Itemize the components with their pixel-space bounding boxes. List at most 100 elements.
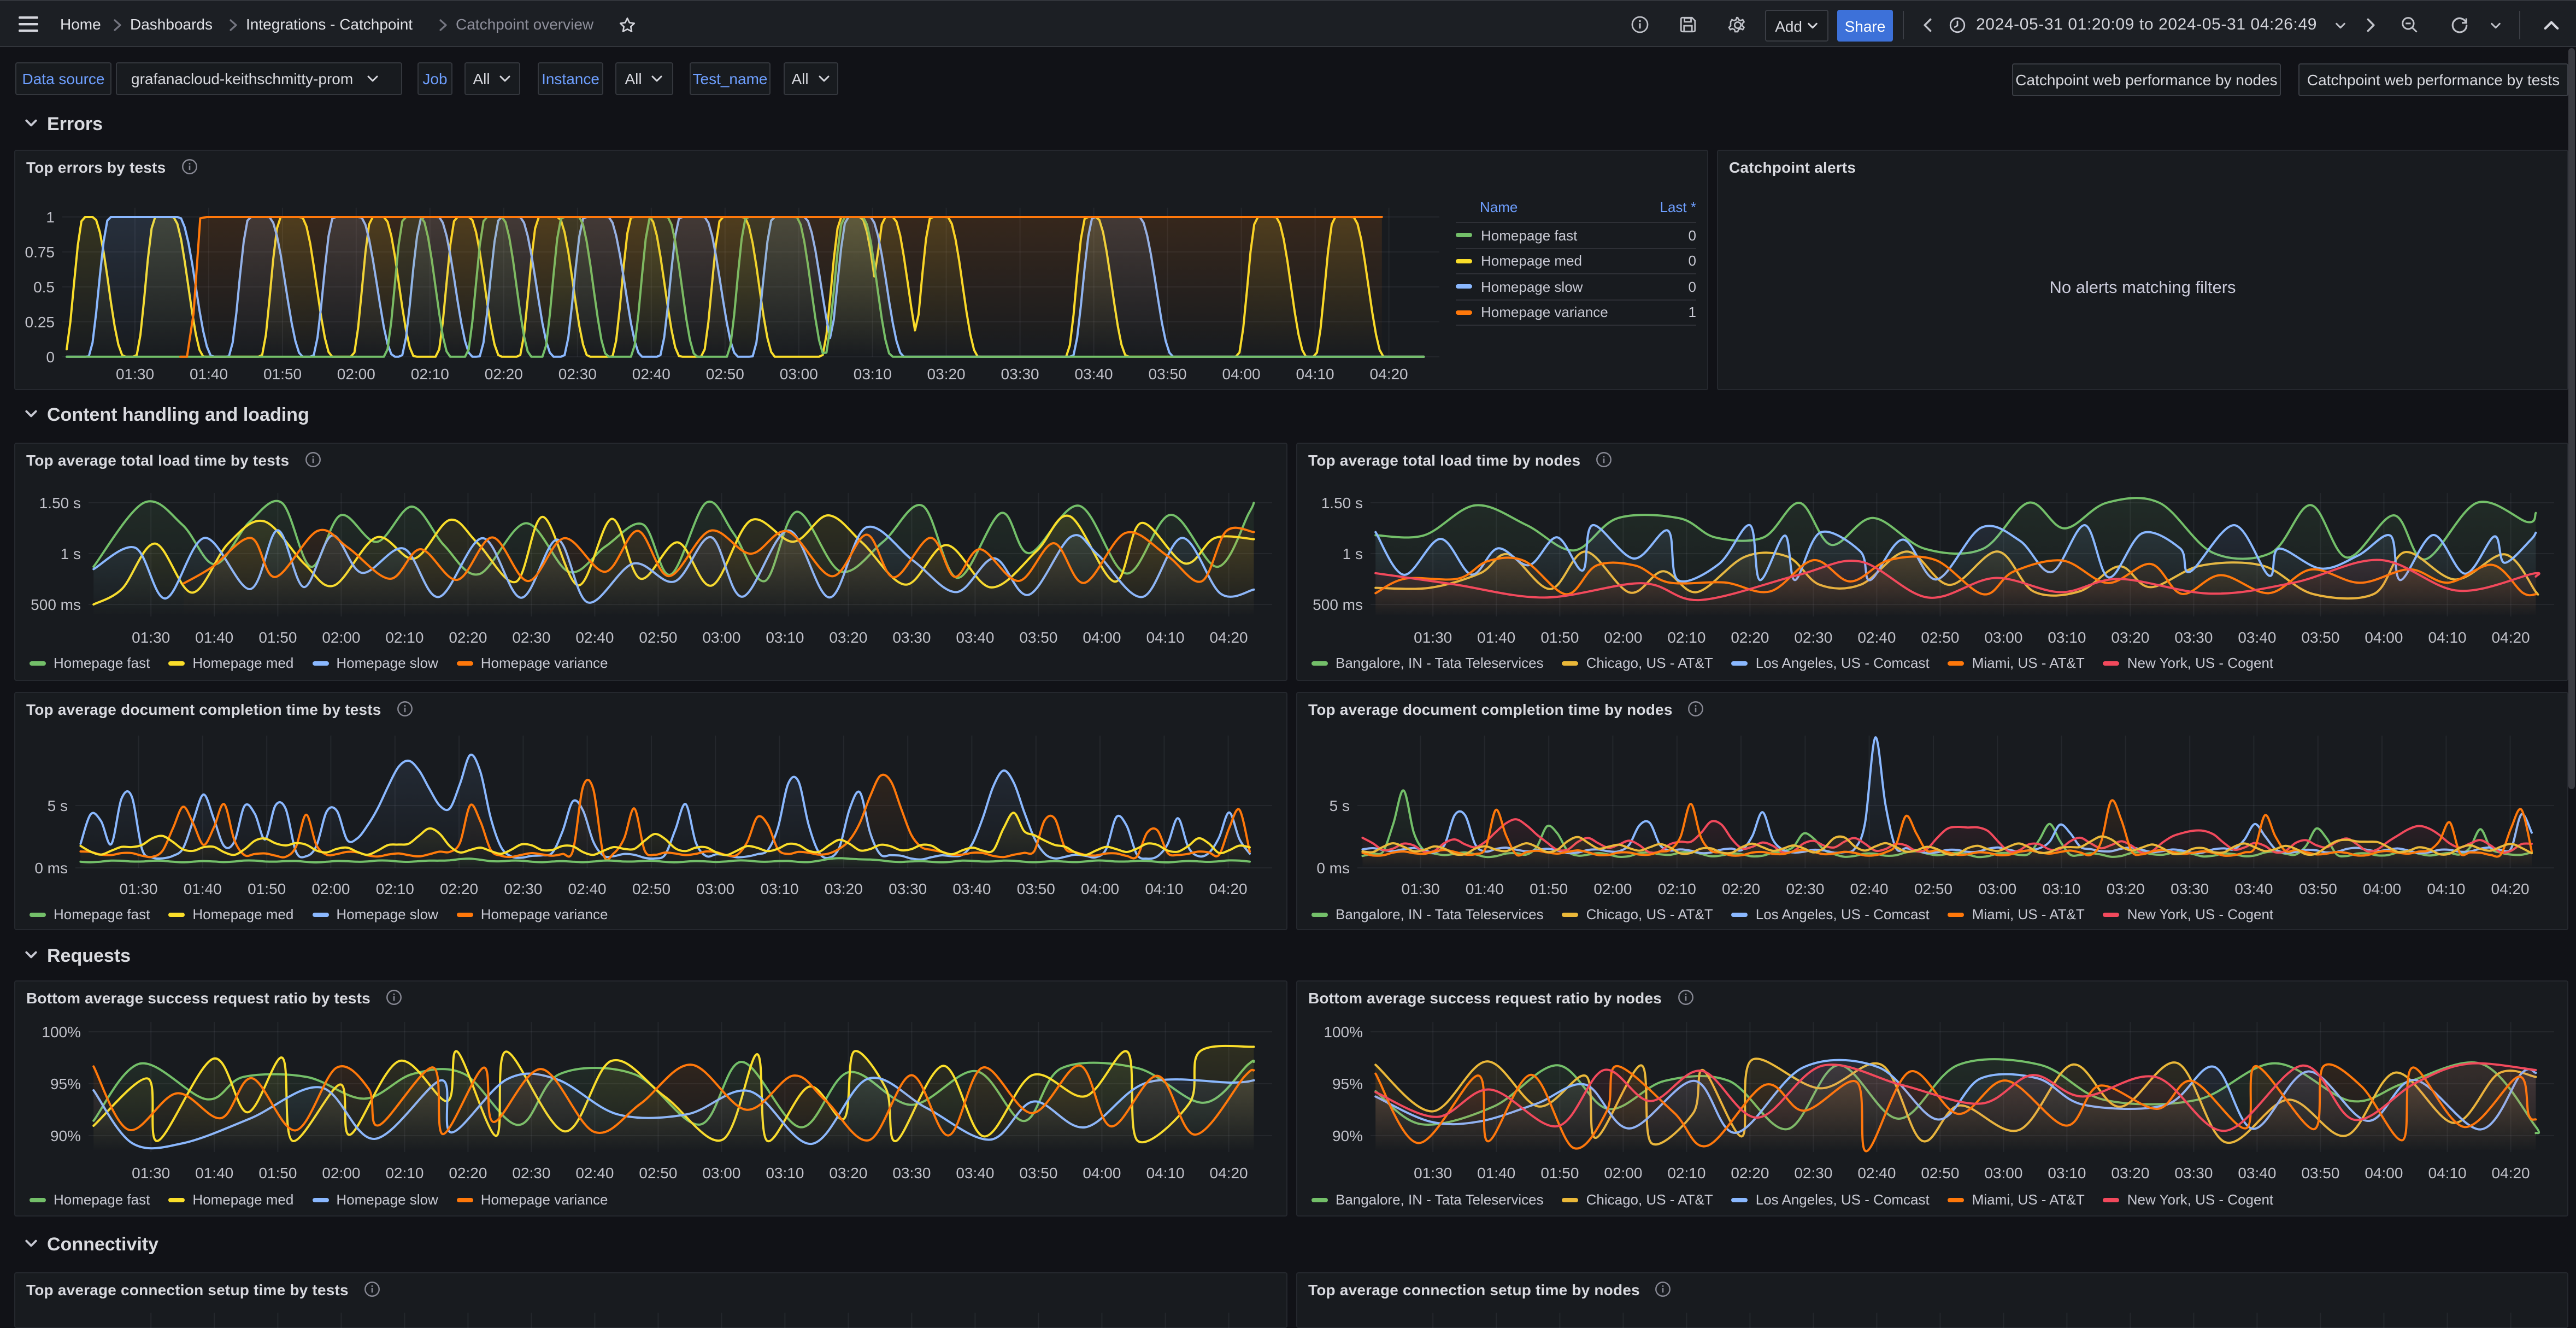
svg-text:04:00: 04:00 [2365, 629, 2403, 646]
svg-text:02:30: 02:30 [1794, 629, 1832, 646]
svg-text:03:20: 03:20 [2111, 1165, 2149, 1182]
svg-text:0 ms: 0 ms [1316, 860, 1350, 877]
svg-text:03:10: 03:10 [2043, 880, 2081, 897]
svg-text:500 ms: 500 ms [31, 596, 81, 613]
svg-text:02:40: 02:40 [1850, 880, 1889, 897]
svg-text:01:30: 01:30 [1402, 880, 1440, 897]
svg-text:02:30: 02:30 [512, 629, 550, 646]
svg-text:0.75: 0.75 [25, 244, 55, 261]
svg-text:01:30: 01:30 [116, 366, 154, 383]
svg-text:04:10: 04:10 [1145, 880, 1183, 897]
svg-text:02:50: 02:50 [639, 629, 677, 646]
svg-text:02:50: 02:50 [1921, 629, 1959, 646]
svg-text:01:50: 01:50 [263, 366, 302, 383]
svg-text:04:10: 04:10 [1296, 366, 1334, 383]
svg-text:01:40: 01:40 [195, 1165, 233, 1182]
svg-text:03:20: 03:20 [825, 880, 863, 897]
svg-text:03:40: 03:40 [956, 629, 994, 646]
svg-text:04:10: 04:10 [2428, 1165, 2467, 1182]
svg-text:02:10: 02:10 [376, 880, 414, 897]
svg-text:04:10: 04:10 [2427, 880, 2465, 897]
svg-text:02:00: 02:00 [1593, 880, 1632, 897]
svg-text:0.25: 0.25 [25, 314, 55, 331]
svg-text:01:30: 01:30 [1414, 629, 1452, 646]
svg-text:02:40: 02:40 [1857, 629, 1896, 646]
svg-text:02:10: 02:10 [1667, 1165, 1705, 1182]
svg-text:03:50: 03:50 [1149, 366, 1187, 383]
svg-text:04:00: 04:00 [2363, 880, 2401, 897]
svg-text:02:20: 02:20 [440, 880, 478, 897]
svg-text:03:30: 03:30 [1001, 366, 1039, 383]
svg-text:02:00: 02:00 [1604, 629, 1642, 646]
svg-text:90%: 90% [1332, 1127, 1363, 1144]
svg-text:02:20: 02:20 [449, 629, 487, 646]
svg-text:03:10: 03:10 [2048, 629, 2086, 646]
svg-text:100%: 100% [1324, 1024, 1363, 1041]
svg-text:02:10: 02:10 [385, 629, 424, 646]
svg-text:02:10: 02:10 [1667, 629, 1705, 646]
svg-text:02:30: 02:30 [512, 1165, 550, 1182]
svg-text:01:30: 01:30 [1414, 1165, 1452, 1182]
svg-text:02:30: 02:30 [1794, 1165, 1832, 1182]
svg-text:04:20: 04:20 [2491, 880, 2530, 897]
svg-text:1.50 s: 1.50 s [39, 495, 81, 512]
svg-text:02:20: 02:20 [1731, 1165, 1769, 1182]
svg-text:02:50: 02:50 [1921, 1165, 1959, 1182]
svg-text:02:00: 02:00 [311, 880, 350, 897]
svg-text:03:50: 03:50 [2299, 880, 2337, 897]
svg-text:01:50: 01:50 [1530, 880, 1568, 897]
svg-text:03:20: 03:20 [927, 366, 966, 383]
svg-text:01:40: 01:40 [184, 880, 222, 897]
svg-text:03:00: 03:00 [696, 880, 734, 897]
svg-text:04:10: 04:10 [1146, 629, 1185, 646]
svg-text:02:10: 02:10 [385, 1165, 424, 1182]
svg-text:03:10: 03:10 [2048, 1165, 2086, 1182]
svg-text:02:20: 02:20 [1731, 629, 1769, 646]
svg-text:02:30: 02:30 [504, 880, 542, 897]
svg-text:02:50: 02:50 [706, 366, 744, 383]
svg-text:02:50: 02:50 [1914, 880, 1952, 897]
svg-text:500 ms: 500 ms [1313, 596, 1363, 613]
svg-text:100%: 100% [42, 1024, 81, 1041]
svg-text:03:30: 03:30 [889, 880, 927, 897]
svg-text:03:30: 03:30 [892, 629, 931, 646]
svg-text:02:40: 02:40 [632, 366, 671, 383]
svg-text:01:40: 01:40 [1477, 1165, 1515, 1182]
svg-text:5 s: 5 s [48, 797, 68, 814]
svg-text:02:20: 02:20 [485, 366, 523, 383]
svg-text:03:40: 03:40 [956, 1165, 994, 1182]
svg-text:02:40: 02:40 [568, 880, 607, 897]
svg-text:02:00: 02:00 [322, 1165, 360, 1182]
svg-text:04:10: 04:10 [1146, 1165, 1185, 1182]
svg-text:03:30: 03:30 [2174, 1165, 2213, 1182]
svg-text:01:50: 01:50 [1540, 629, 1579, 646]
svg-text:1 s: 1 s [1343, 545, 1363, 562]
svg-text:04:00: 04:00 [1083, 629, 1121, 646]
svg-text:02:30: 02:30 [558, 366, 597, 383]
svg-text:03:20: 03:20 [829, 629, 867, 646]
svg-text:01:50: 01:50 [248, 880, 286, 897]
svg-text:02:50: 02:50 [632, 880, 671, 897]
svg-text:02:30: 02:30 [1786, 880, 1824, 897]
svg-text:01:40: 01:40 [190, 366, 228, 383]
svg-text:04:10: 04:10 [2428, 629, 2467, 646]
svg-text:03:10: 03:10 [854, 366, 892, 383]
svg-text:03:10: 03:10 [761, 880, 799, 897]
svg-text:02:00: 02:00 [337, 366, 375, 383]
svg-text:03:10: 03:10 [766, 1165, 804, 1182]
svg-text:03:20: 03:20 [829, 1165, 867, 1182]
svg-text:02:50: 02:50 [639, 1165, 677, 1182]
svg-text:04:20: 04:20 [2492, 1165, 2530, 1182]
svg-text:01:50: 01:50 [1540, 1165, 1579, 1182]
svg-text:03:30: 03:30 [2174, 629, 2213, 646]
svg-text:03:50: 03:50 [1019, 629, 1057, 646]
svg-text:03:50: 03:50 [2301, 629, 2339, 646]
svg-text:02:20: 02:20 [1722, 880, 1760, 897]
svg-text:03:30: 03:30 [892, 1165, 931, 1182]
svg-text:03:40: 03:40 [952, 880, 991, 897]
svg-text:01:40: 01:40 [1477, 629, 1515, 646]
svg-text:01:30: 01:30 [132, 1165, 170, 1182]
svg-text:02:10: 02:10 [1658, 880, 1696, 897]
svg-text:03:50: 03:50 [1017, 880, 1055, 897]
svg-text:0 ms: 0 ms [34, 860, 68, 877]
